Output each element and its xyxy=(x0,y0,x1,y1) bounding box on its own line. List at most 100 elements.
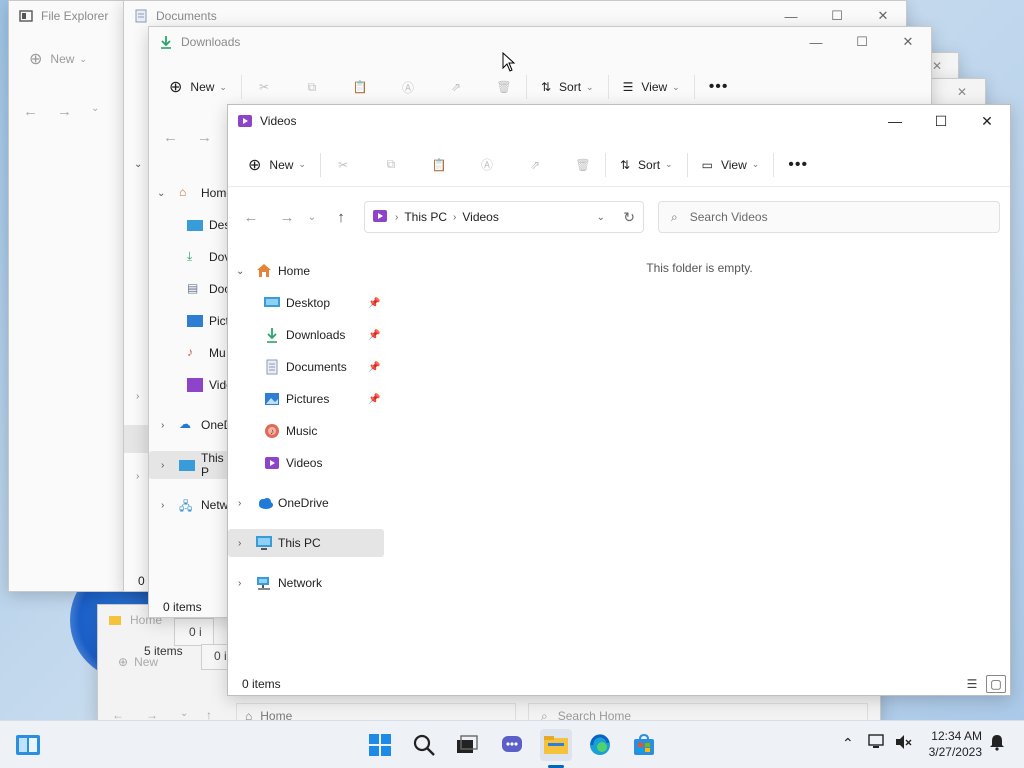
refresh-icon[interactable]: ↻ xyxy=(623,209,635,226)
rename-button[interactable]: Ⓐ xyxy=(392,71,424,103)
videos-icon xyxy=(373,209,387,226)
chat-button[interactable] xyxy=(496,729,528,761)
new-button[interactable]: ⊕ New ⌄ xyxy=(161,71,235,103)
minimize-button[interactable]: — xyxy=(872,105,918,137)
maximize-button[interactable]: ☐ xyxy=(839,27,885,57)
task-view-button[interactable] xyxy=(451,729,483,761)
chevron-down-icon: ⌄ xyxy=(307,211,317,223)
nav-videos[interactable]: Videos xyxy=(228,449,384,477)
navigation-pane: ⌄ Home Desktop 📌 Downloads 📌 Documents 📌… xyxy=(228,257,386,647)
widgets-button[interactable] xyxy=(12,729,44,761)
recent-locations-button[interactable]: ⌄ xyxy=(91,103,99,114)
nav-videos[interactable]: Vide xyxy=(149,371,233,399)
recent-locations-button[interactable]: ⌄ xyxy=(302,202,322,232)
minimize-button[interactable]: — xyxy=(793,27,839,57)
nav-desktop[interactable]: Desktop 📌 xyxy=(228,289,384,317)
start-button[interactable] xyxy=(364,729,396,761)
back-button[interactable]: ← xyxy=(23,103,38,120)
window-videos[interactable]: Videos — ☐ ✕ ⊕ New ⌄ ✂ ⧉ 📋 Ⓐ ⇗ 🗑 ⇅ Sort … xyxy=(227,104,1011,696)
new-button[interactable]: ⊕ New ⌄ xyxy=(240,149,314,181)
close-icon[interactable]: ✕ xyxy=(957,85,967,99)
copy-button[interactable]: ⧉ xyxy=(296,71,328,103)
notifications-icon[interactable] xyxy=(988,733,1006,754)
close-button[interactable]: ✕ xyxy=(885,27,931,57)
more-options-button[interactable]: ••• xyxy=(780,149,816,181)
volume-muted-icon[interactable] xyxy=(894,733,912,754)
nav-pictures[interactable]: Pict xyxy=(149,307,229,335)
share-icon: ⇗ xyxy=(450,80,461,94)
breadcrumb-videos[interactable]: Videos xyxy=(462,210,498,224)
copy-button[interactable]: ⧉ xyxy=(375,149,407,181)
back-button[interactable]: ← xyxy=(163,129,178,146)
share-button[interactable]: ⇗ xyxy=(519,149,551,181)
recent-locations-button[interactable]: ⌄ xyxy=(180,708,188,719)
share-button[interactable]: ⇗ xyxy=(440,71,472,103)
command-bar: ⊕ New ⌄ ✂ ⧉ 📋 Ⓐ ⇗ 🗑 ⇅ Sort ⌄ ▭ View ⌄ ••… xyxy=(228,143,1010,187)
store-button[interactable] xyxy=(628,729,660,761)
nav-home[interactable]: ⌄ Home xyxy=(228,257,384,285)
show-hidden-icons-button[interactable]: ⌃ xyxy=(842,735,854,752)
network-status-icon[interactable] xyxy=(868,733,886,754)
arrow-up-icon: ↑ xyxy=(337,208,345,226)
nav-downloads[interactable]: ⤓ Dov xyxy=(149,243,230,271)
nav-onedrive[interactable]: › OneDrive xyxy=(228,489,384,517)
expand-chevron-icon[interactable]: › xyxy=(136,471,139,482)
maximize-button[interactable]: ☐ xyxy=(918,105,964,137)
forward-button[interactable]: → xyxy=(197,129,212,146)
nav-this-pc[interactable]: › This P xyxy=(149,451,229,479)
nav-pictures[interactable]: Pictures 📌 xyxy=(228,385,384,413)
chevron-right-icon: › xyxy=(238,537,242,549)
expand-chevron-icon[interactable]: › xyxy=(136,391,139,402)
nav-music[interactable]: ♪ Music xyxy=(228,417,384,445)
download-icon xyxy=(264,327,280,343)
view-label: View xyxy=(720,157,747,172)
forward-button[interactable]: → xyxy=(272,202,302,232)
documents-icon xyxy=(134,9,148,23)
stacked-window-tab[interactable]: 0 i xyxy=(174,618,214,646)
clock[interactable]: 12:34 AM 3/27/2023 xyxy=(929,728,982,760)
view-button[interactable]: ☰ View ⌄ xyxy=(615,71,688,103)
chevron-down-icon[interactable]: ⌄ xyxy=(597,212,605,223)
paste-button[interactable]: 📋 xyxy=(344,71,376,103)
delete-button[interactable]: 🗑 xyxy=(567,149,599,181)
nav-music[interactable]: ♪ Mu xyxy=(149,339,229,367)
breadcrumb-this-pc[interactable]: This PC xyxy=(404,210,447,224)
paste-button[interactable]: 📋 xyxy=(423,149,455,181)
edge-button[interactable] xyxy=(584,729,616,761)
view-label: View xyxy=(641,80,668,94)
sort-button[interactable]: ⇅ Sort ⌄ xyxy=(612,149,681,181)
chevron-down-icon: ⌄ xyxy=(751,159,760,169)
nav-home[interactable]: ⌄ ⌂ Home xyxy=(149,179,233,207)
search-button[interactable] xyxy=(408,729,440,761)
delete-button[interactable]: 🗑 xyxy=(488,71,520,103)
back-button[interactable]: ← xyxy=(236,202,266,232)
view-button[interactable]: ▭ View ⌄ xyxy=(694,149,768,181)
up-button[interactable]: ↑ xyxy=(326,202,356,232)
more-icon: ••• xyxy=(788,155,809,173)
address-bar[interactable]: › This PC › Videos ⌄ ↻ xyxy=(364,201,644,233)
nav-onedrive[interactable]: › ☁ OneD xyxy=(149,411,232,439)
sort-label: Sort xyxy=(638,157,661,172)
nav-this-pc[interactable]: › This PC xyxy=(228,529,384,557)
close-button[interactable]: ✕ xyxy=(964,105,1010,137)
rename-button[interactable]: Ⓐ xyxy=(471,149,503,181)
nav-desktop[interactable]: Des xyxy=(149,211,230,239)
new-button[interactable]: ⊕ New ⌄ xyxy=(29,49,87,69)
desktop-icon xyxy=(187,220,203,231)
cut-button[interactable]: ✂ xyxy=(327,149,359,181)
nav-network[interactable]: › Network xyxy=(228,569,384,597)
sort-button[interactable]: ⇅ Sort ⌄ xyxy=(533,71,602,103)
forward-button[interactable]: → xyxy=(57,103,72,120)
more-options-button[interactable]: ••• xyxy=(701,71,737,103)
nav-documents[interactable]: Documents 📌 xyxy=(228,353,384,381)
cut-button[interactable]: ✂ xyxy=(248,71,280,103)
large-icons-view-button[interactable]: ▢ xyxy=(986,675,1006,693)
file-explorer-taskbar-button[interactable] xyxy=(540,729,572,761)
close-icon[interactable]: ✕ xyxy=(932,59,942,73)
expand-chevron-icon[interactable]: ⌄ xyxy=(134,159,142,170)
search-input[interactable]: ⌕ Search Videos xyxy=(658,201,1000,233)
nav-downloads[interactable]: Downloads 📌 xyxy=(228,321,384,349)
nav-documents[interactable]: ▤ Doc xyxy=(149,275,230,303)
nav-network[interactable]: › 🖧 Netw xyxy=(149,491,229,519)
details-view-button[interactable]: ☰ xyxy=(962,675,982,693)
